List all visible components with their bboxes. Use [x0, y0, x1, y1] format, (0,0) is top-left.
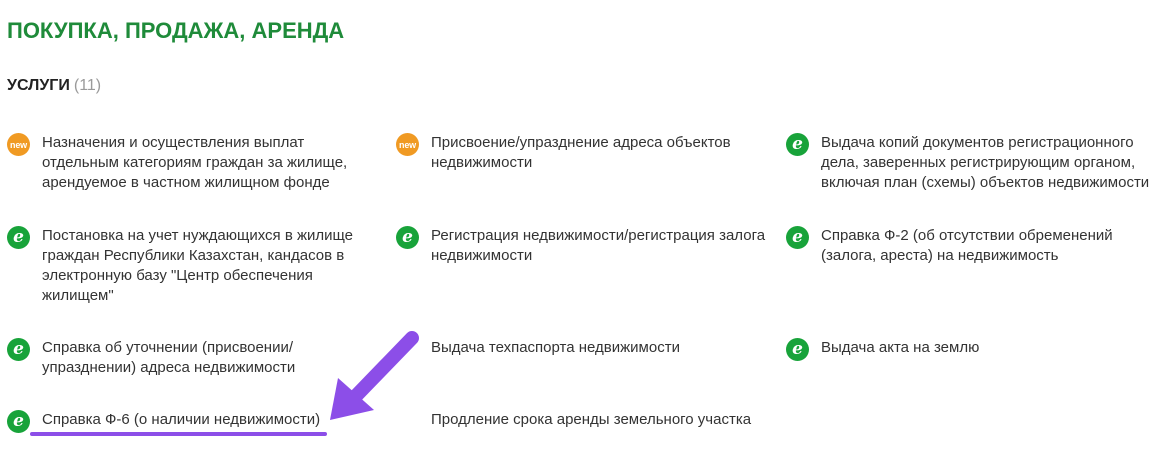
services-count: (11): [73, 77, 102, 94]
new-badge-icon: new: [396, 133, 419, 156]
annotation-underline: [30, 432, 327, 436]
e-service-icon: e: [7, 410, 30, 433]
service-label: Выдача акта на землю: [821, 339, 980, 356]
new-badge-icon: new: [7, 133, 30, 156]
service-label: Выдача копий документов регистрационного…: [821, 134, 1150, 191]
service-label: Присвоение/упразднение адреса объектов н…: [431, 134, 731, 171]
e-service-icon: e: [786, 226, 809, 249]
e-service-icon: e: [7, 226, 30, 249]
service-label: Выдача техпаспорта недвижимости: [431, 339, 680, 356]
e-service-icon: e: [786, 133, 809, 156]
e-service-icon: e: [396, 226, 419, 249]
annotation-arrow-icon: [330, 331, 419, 420]
e-service-icon: e: [786, 338, 809, 361]
services-heading: УСЛУГИ (11): [7, 77, 101, 95]
service-label: Справка Ф-2 (об отсутствии обременений (…: [821, 227, 1113, 264]
page-title: ПОКУПКА, ПРОДАЖА, АРЕНДА: [7, 18, 345, 43]
service-label: Постановка на учет нуждающихся в жилище …: [42, 227, 354, 304]
services-heading-label: УСЛУГИ: [7, 77, 70, 94]
service-label: Продление срока аренды земельного участк…: [431, 411, 752, 428]
service-label: Справка об уточнении (присвоении/ упразд…: [42, 339, 296, 376]
service-label: Назначения и осуществления выплат отдель…: [42, 134, 348, 191]
e-service-icon: e: [7, 338, 30, 361]
service-label: Регистрация недвижимости/регистрация зал…: [431, 227, 766, 264]
